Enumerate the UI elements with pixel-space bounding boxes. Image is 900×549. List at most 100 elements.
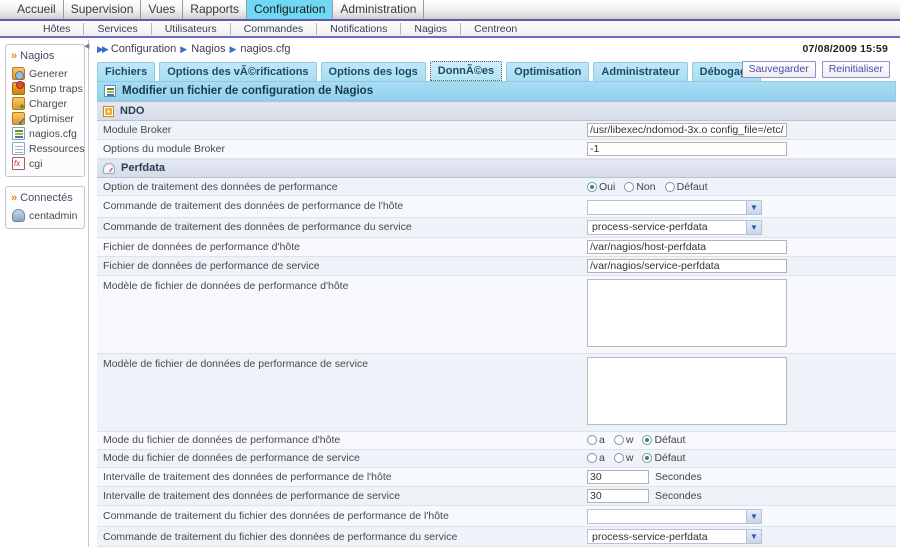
chevron-down-icon[interactable]: ▼ bbox=[746, 510, 761, 523]
field-label: Commande de traitement du fichier des do… bbox=[97, 505, 587, 527]
page-body: » Nagios Generer Snmp traps Charger Optimiser… bbox=[0, 38, 900, 547]
radio-option[interactable]: Défaut bbox=[665, 181, 708, 193]
sidebar-item-centadmin[interactable]: centadmin bbox=[8, 208, 82, 223]
textarea-input[interactable] bbox=[587, 279, 787, 347]
radio-option[interactable]: a bbox=[587, 434, 605, 446]
sidebar-item-generer[interactable]: Generer bbox=[8, 66, 82, 81]
field-value-cell bbox=[587, 121, 896, 140]
sidebar-item-label: Generer bbox=[29, 68, 68, 80]
radio-option[interactable]: Défaut bbox=[642, 452, 685, 464]
field-value-cell: Oui Non Défaut bbox=[587, 178, 896, 196]
sidebar-item-charger[interactable]: Charger bbox=[8, 96, 82, 111]
text-input[interactable] bbox=[587, 240, 787, 254]
config-file-icon bbox=[104, 85, 116, 97]
subnav-item-1[interactable]: Services bbox=[84, 23, 151, 35]
sidebar-item-cgi[interactable]: cgi bbox=[8, 156, 82, 171]
folder-gear-icon bbox=[12, 67, 25, 80]
topnav-item-administration[interactable]: Administration bbox=[333, 0, 424, 19]
breadcrumb-item-2[interactable]: nagios.cfg bbox=[240, 43, 290, 55]
text-input[interactable] bbox=[587, 142, 787, 156]
topnav-item-supervision[interactable]: Supervision bbox=[64, 0, 142, 19]
chevron-down-icon[interactable]: ▼ bbox=[746, 221, 761, 234]
tab-0[interactable]: Fichiers bbox=[97, 62, 155, 81]
sidebar-item-nagios-cfg[interactable]: nagios.cfg bbox=[8, 126, 82, 141]
save-button-top[interactable]: Sauvegarder bbox=[742, 61, 816, 78]
header-action-buttons: Sauvegarder Reinitialiser bbox=[742, 61, 890, 78]
subnav-item-4[interactable]: Notifications bbox=[317, 23, 401, 35]
folder-check-icon bbox=[12, 112, 25, 125]
tab-2[interactable]: Options des logs bbox=[321, 62, 426, 81]
field-value-cell: process-service-perfdata▼ bbox=[587, 217, 896, 237]
field-value-cell: process-service-perfdata▼ bbox=[587, 527, 896, 547]
sidebar-item-ressources[interactable]: Ressources bbox=[8, 141, 82, 156]
double-chevron-icon: » bbox=[11, 192, 16, 204]
radio-button[interactable] bbox=[642, 453, 652, 463]
text-input[interactable] bbox=[587, 470, 649, 484]
datetime-display: 07/08/2009 15:59 bbox=[802, 43, 892, 55]
form-row: Fichier de données de performance d'hôte bbox=[97, 237, 896, 256]
form-row: Options du module Broker bbox=[97, 140, 896, 159]
tab-5[interactable]: Administrateur bbox=[593, 62, 687, 81]
text-input[interactable] bbox=[587, 259, 787, 273]
radio-option[interactable]: w bbox=[614, 434, 634, 446]
section-title: Perfdata bbox=[121, 162, 165, 174]
radio-option[interactable]: Défaut bbox=[642, 434, 685, 446]
subnav-item-0[interactable]: Hôtes bbox=[30, 23, 84, 35]
text-input[interactable] bbox=[587, 489, 649, 503]
tab-1[interactable]: Options des vÃ©rifications bbox=[159, 62, 316, 81]
section-header-perfdata: Perfdata bbox=[97, 159, 896, 178]
subnav-item-3[interactable]: Commandes bbox=[231, 23, 318, 35]
subnav-item-5[interactable]: Nagios bbox=[401, 23, 461, 35]
sidebar-item-label: Optimiser bbox=[29, 113, 74, 125]
textarea-input[interactable] bbox=[587, 357, 787, 425]
topnav-item-accueil[interactable]: Accueil bbox=[10, 0, 64, 19]
radio-button[interactable] bbox=[642, 435, 652, 445]
radio-option[interactable]: Oui bbox=[587, 181, 615, 193]
field-label: Commande de traitement du fichier des do… bbox=[97, 527, 587, 547]
sidebar-item-label: Snmp traps bbox=[29, 83, 83, 95]
subnav-item-2[interactable]: Utilisateurs bbox=[152, 23, 231, 35]
radio-button[interactable] bbox=[587, 435, 597, 445]
dropdown-select[interactable]: ▼ bbox=[587, 200, 762, 215]
chevron-down-icon[interactable]: ▼ bbox=[746, 530, 761, 543]
subnav-item-6[interactable]: Centreon bbox=[461, 23, 530, 35]
radio-button[interactable] bbox=[614, 453, 624, 463]
field-label: Modèle de fichier de données de performa… bbox=[97, 275, 587, 353]
tab-4[interactable]: Optimisation bbox=[506, 62, 589, 81]
topnav-item-configuration[interactable]: Configuration bbox=[247, 0, 333, 19]
radio-option[interactable]: Non bbox=[624, 181, 655, 193]
topnav-item-rapports[interactable]: Rapports bbox=[183, 0, 247, 19]
sidebar-item-label: Charger bbox=[29, 98, 67, 110]
form-row: Module Broker bbox=[97, 121, 896, 140]
field-label: Fichier de données de performance de ser… bbox=[97, 256, 587, 275]
text-input[interactable] bbox=[587, 123, 787, 137]
sidebar-box-0: »NagiosGenererSnmp trapsChargerOptimiser… bbox=[5, 44, 85, 177]
radio-option[interactable]: w bbox=[614, 452, 634, 464]
radio-button[interactable] bbox=[624, 182, 634, 192]
dropdown-select[interactable]: process-service-perfdata▼ bbox=[587, 529, 762, 544]
field-value-cell: ▼ bbox=[587, 196, 896, 218]
field-label: Module Broker bbox=[97, 121, 587, 140]
field-label: Commande de traitement des données de pe… bbox=[97, 196, 587, 218]
radio-button[interactable] bbox=[665, 182, 675, 192]
field-value-cell bbox=[587, 275, 896, 353]
topnav-item-vues[interactable]: Vues bbox=[141, 0, 183, 19]
form-row: Commande de traitement du fichier des do… bbox=[97, 505, 896, 527]
form-row: Mode du fichier de données de performanc… bbox=[97, 431, 896, 449]
chevron-down-icon[interactable]: ▼ bbox=[746, 201, 761, 214]
tab-3[interactable]: DonnÃ©es bbox=[430, 61, 502, 81]
radio-option[interactable]: a bbox=[587, 452, 605, 464]
breadcrumb: ▶▶Configuration▶Nagios▶nagios.cfg bbox=[97, 43, 291, 55]
sidebar-item-snmp-traps[interactable]: Snmp traps bbox=[8, 81, 82, 96]
form-row: Intervalle de traitement des données de … bbox=[97, 486, 896, 505]
reset-button-top[interactable]: Reinitialiser bbox=[822, 61, 890, 78]
radio-button[interactable] bbox=[614, 435, 624, 445]
field-value-cell: Secondes bbox=[587, 486, 896, 505]
breadcrumb-item-0[interactable]: Configuration bbox=[111, 43, 176, 55]
dropdown-select[interactable]: ▼ bbox=[587, 509, 762, 524]
dropdown-select[interactable]: process-service-perfdata▼ bbox=[587, 220, 762, 235]
radio-button[interactable] bbox=[587, 182, 597, 192]
radio-button[interactable] bbox=[587, 453, 597, 463]
sidebar-item-optimiser[interactable]: Optimiser bbox=[8, 111, 82, 126]
breadcrumb-item-1[interactable]: Nagios bbox=[191, 43, 225, 55]
